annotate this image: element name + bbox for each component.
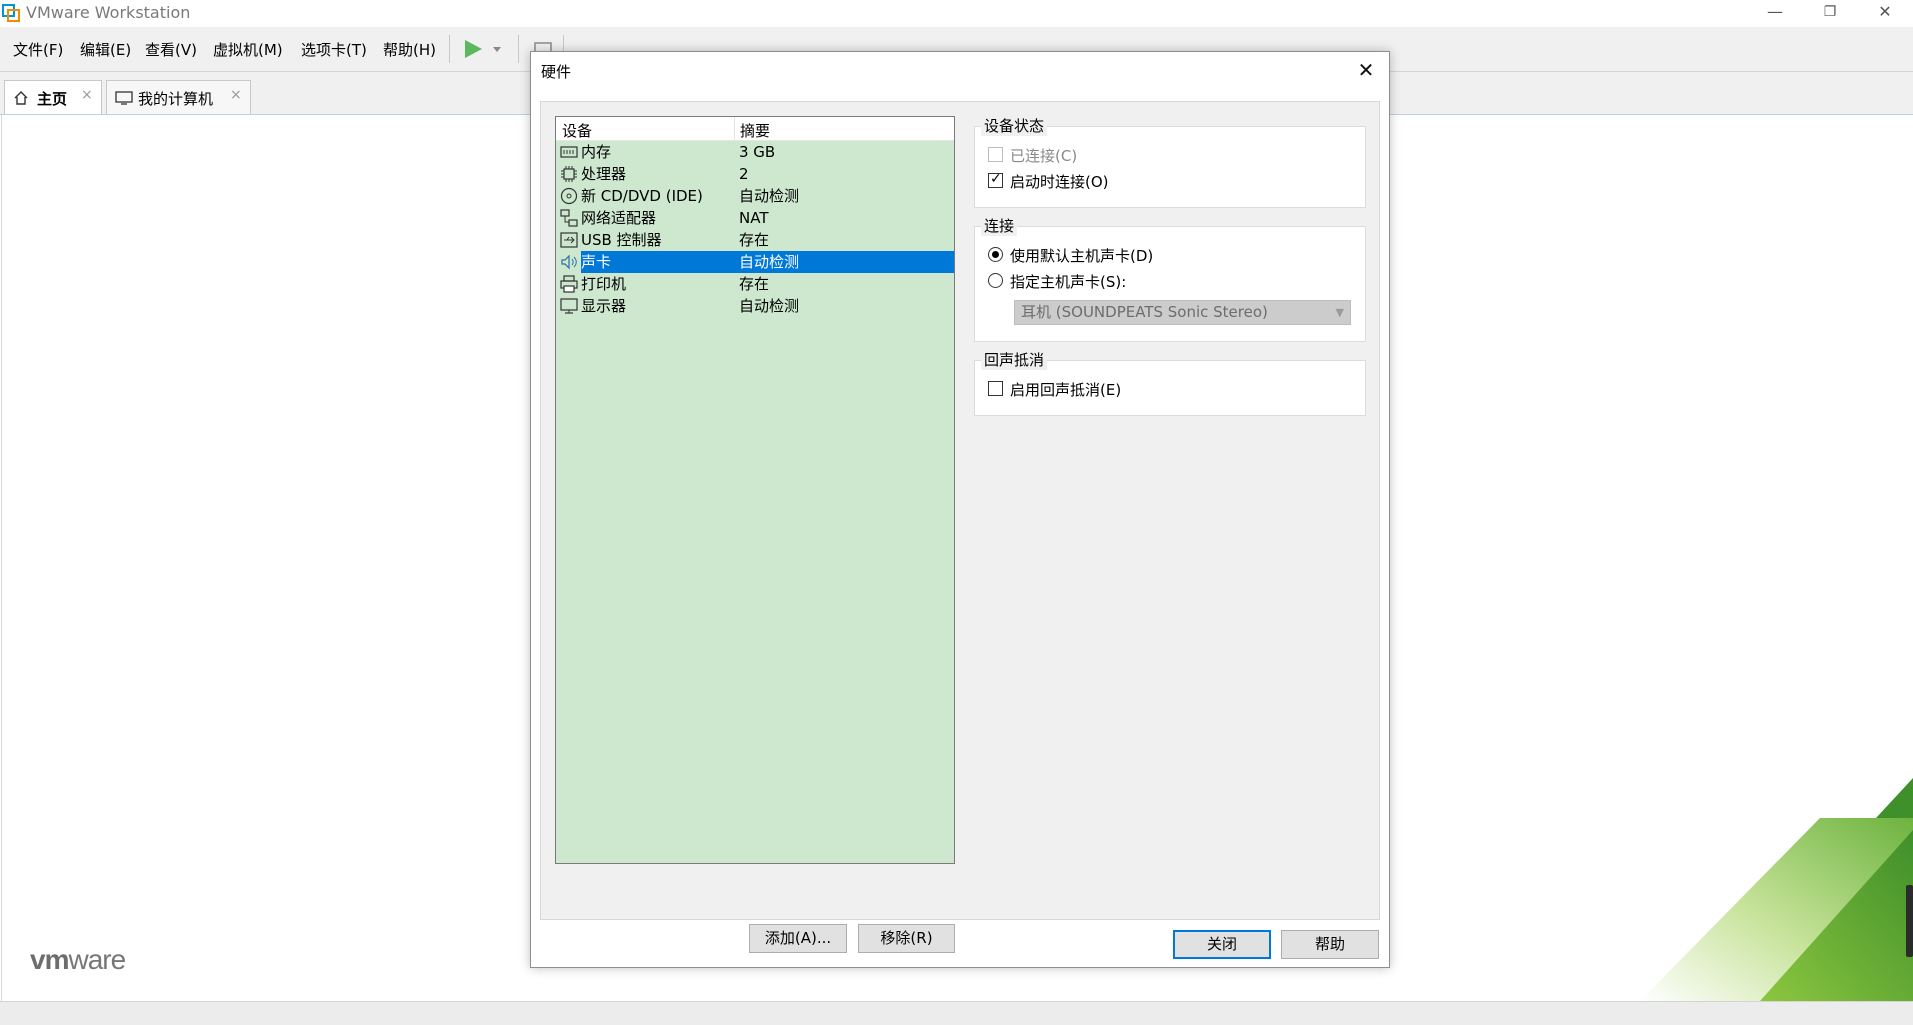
device-status-group: 设备状态 已连接(C) ✓ 启动时连接(O) bbox=[974, 115, 1366, 208]
connect-at-power-on-label: 启动时连接(O) bbox=[1010, 173, 1109, 191]
hardware-dialog: 硬件 ✕ 设备 摘要 内存 3 GB 处理器 2 新 CD/DVD (IDE) bbox=[530, 51, 1390, 968]
add-device-button[interactable]: 添加(A)... bbox=[749, 924, 847, 953]
device-row-sound-card[interactable]: 声卡 自动检测 bbox=[556, 251, 954, 273]
tab-my-computer-label: 我的计算机 bbox=[138, 90, 214, 108]
play-icon[interactable] bbox=[462, 39, 484, 59]
connected-checkbox[interactable] bbox=[988, 147, 1003, 162]
brand-decoration bbox=[1640, 778, 1913, 1001]
cpu-icon bbox=[561, 166, 577, 182]
device-status-title: 设备状态 bbox=[981, 115, 1048, 136]
device-name: 网络适配器 bbox=[581, 209, 657, 227]
chevron-down-icon[interactable] bbox=[490, 39, 504, 59]
display-icon bbox=[560, 298, 578, 314]
device-row-usb-controller[interactable]: USB 控制器 存在 bbox=[556, 229, 954, 251]
cd-dvd-icon bbox=[560, 187, 578, 205]
title-bar: VMware Workstation — ❐ ✕ bbox=[0, 0, 1913, 27]
device-summary: 自动检测 bbox=[739, 187, 800, 205]
specify-sound-label: 指定主机声卡(S): bbox=[1010, 273, 1127, 291]
device-summary: 自动检测 bbox=[734, 251, 954, 273]
side-panel-handle[interactable] bbox=[1906, 885, 1913, 957]
device-summary: 自动检测 bbox=[739, 297, 800, 315]
use-default-sound-label: 使用默认主机声卡(D) bbox=[1010, 247, 1154, 265]
minimize-button[interactable]: — bbox=[1752, 0, 1798, 26]
tab-my-computer[interactable]: 我的计算机 × bbox=[106, 80, 251, 114]
column-divider[interactable] bbox=[734, 117, 735, 140]
echo-cancellation-checkbox[interactable] bbox=[988, 381, 1003, 396]
echo-cancellation-title: 回声抵消 bbox=[981, 349, 1048, 370]
column-header-device[interactable]: 设备 bbox=[562, 120, 592, 141]
dialog-body: 设备 摘要 内存 3 GB 处理器 2 新 CD/DVD (IDE) 自动检测 bbox=[540, 101, 1380, 953]
toolbar-separator bbox=[449, 35, 450, 63]
device-row-network-adapter[interactable]: 网络适配器 NAT bbox=[556, 207, 954, 229]
column-header-summary[interactable]: 摘要 bbox=[740, 120, 770, 141]
window-close-button[interactable]: ✕ bbox=[1862, 0, 1908, 26]
home-icon bbox=[14, 91, 28, 105]
device-row-printer[interactable]: 打印机 存在 bbox=[556, 273, 954, 295]
host-sound-card-select[interactable]: 耳机 (SOUNDPEATS Sonic Stereo) ▼ bbox=[1014, 300, 1351, 325]
help-button[interactable]: 帮助 bbox=[1281, 930, 1379, 959]
device-row-processor[interactable]: 处理器 2 bbox=[556, 163, 954, 185]
device-name: 打印机 bbox=[581, 275, 627, 293]
device-row-display[interactable]: 显示器 自动检测 bbox=[556, 295, 954, 317]
app-title: VMware Workstation bbox=[26, 3, 191, 22]
restore-button[interactable]: ❐ bbox=[1807, 0, 1853, 26]
close-button[interactable]: 关闭 bbox=[1173, 930, 1271, 959]
connected-label: 已连接(C) bbox=[1010, 147, 1078, 165]
status-bar bbox=[0, 1001, 1913, 1025]
tab-home[interactable]: 主页 × bbox=[4, 80, 102, 114]
device-row-memory[interactable]: 内存 3 GB bbox=[556, 141, 954, 163]
speaker-icon bbox=[561, 254, 577, 270]
device-summary: 存在 bbox=[739, 231, 770, 249]
radio-dot bbox=[992, 251, 999, 258]
device-name: 处理器 bbox=[581, 165, 627, 183]
host-sound-card-value: 耳机 (SOUNDPEATS Sonic Stereo) bbox=[1021, 303, 1268, 321]
printer-icon bbox=[560, 275, 578, 293]
connection-title: 连接 bbox=[981, 215, 1018, 236]
menu-vm[interactable]: 虚拟机(M) bbox=[213, 39, 283, 60]
use-default-sound-radio[interactable] bbox=[988, 247, 1003, 262]
tab-close-icon[interactable]: × bbox=[230, 87, 242, 103]
monitor-icon bbox=[115, 91, 133, 105]
tab-home-label: 主页 bbox=[37, 90, 68, 108]
menu-view[interactable]: 查看(V) bbox=[145, 39, 197, 60]
device-name: 新 CD/DVD (IDE) bbox=[581, 187, 703, 205]
device-row-cd-dvd[interactable]: 新 CD/DVD (IDE) 自动检测 bbox=[556, 185, 954, 207]
list-header: 设备 摘要 bbox=[556, 117, 954, 141]
connection-group: 连接 使用默认主机声卡(D) 指定主机声卡(S): 耳机 (SOUNDPEATS… bbox=[974, 215, 1366, 342]
usb-icon bbox=[560, 232, 578, 248]
device-summary: 3 GB bbox=[739, 143, 776, 161]
checkmark-icon: ✓ bbox=[990, 171, 1002, 187]
vmware-logo: vmware bbox=[30, 944, 126, 975]
specify-sound-radio[interactable] bbox=[988, 273, 1003, 288]
device-summary: 存在 bbox=[739, 275, 770, 293]
device-summary: 2 bbox=[739, 165, 749, 183]
device-name: 声卡 bbox=[581, 251, 734, 273]
network-adapter-icon bbox=[560, 209, 578, 227]
chevron-down-icon: ▼ bbox=[1335, 306, 1344, 319]
toolbar-separator bbox=[518, 35, 519, 63]
menu-help[interactable]: 帮助(H) bbox=[383, 39, 436, 60]
device-name: 内存 bbox=[581, 143, 612, 161]
dialog-close-icon[interactable]: ✕ bbox=[1351, 56, 1381, 86]
menu-file[interactable]: 文件(F) bbox=[13, 39, 63, 60]
connect-at-power-on-checkbox[interactable]: ✓ bbox=[988, 171, 1003, 188]
device-name: USB 控制器 bbox=[581, 231, 662, 249]
dialog-title: 硬件 bbox=[541, 63, 572, 81]
device-name: 显示器 bbox=[581, 297, 627, 315]
device-list[interactable]: 设备 摘要 内存 3 GB 处理器 2 新 CD/DVD (IDE) 自动检测 bbox=[555, 116, 955, 864]
echo-cancellation-group: 回声抵消 启用回声抵消(E) bbox=[974, 349, 1366, 416]
menu-tabs[interactable]: 选项卡(T) bbox=[301, 39, 367, 60]
tab-close-icon[interactable]: × bbox=[81, 87, 93, 103]
remove-device-button[interactable]: 移除(R) bbox=[858, 924, 955, 953]
menu-edit[interactable]: 编辑(E) bbox=[80, 39, 131, 60]
vmware-app-icon bbox=[2, 4, 20, 22]
device-summary: NAT bbox=[739, 209, 769, 227]
echo-cancellation-label: 启用回声抵消(E) bbox=[1010, 381, 1122, 399]
memory-icon bbox=[560, 146, 578, 158]
